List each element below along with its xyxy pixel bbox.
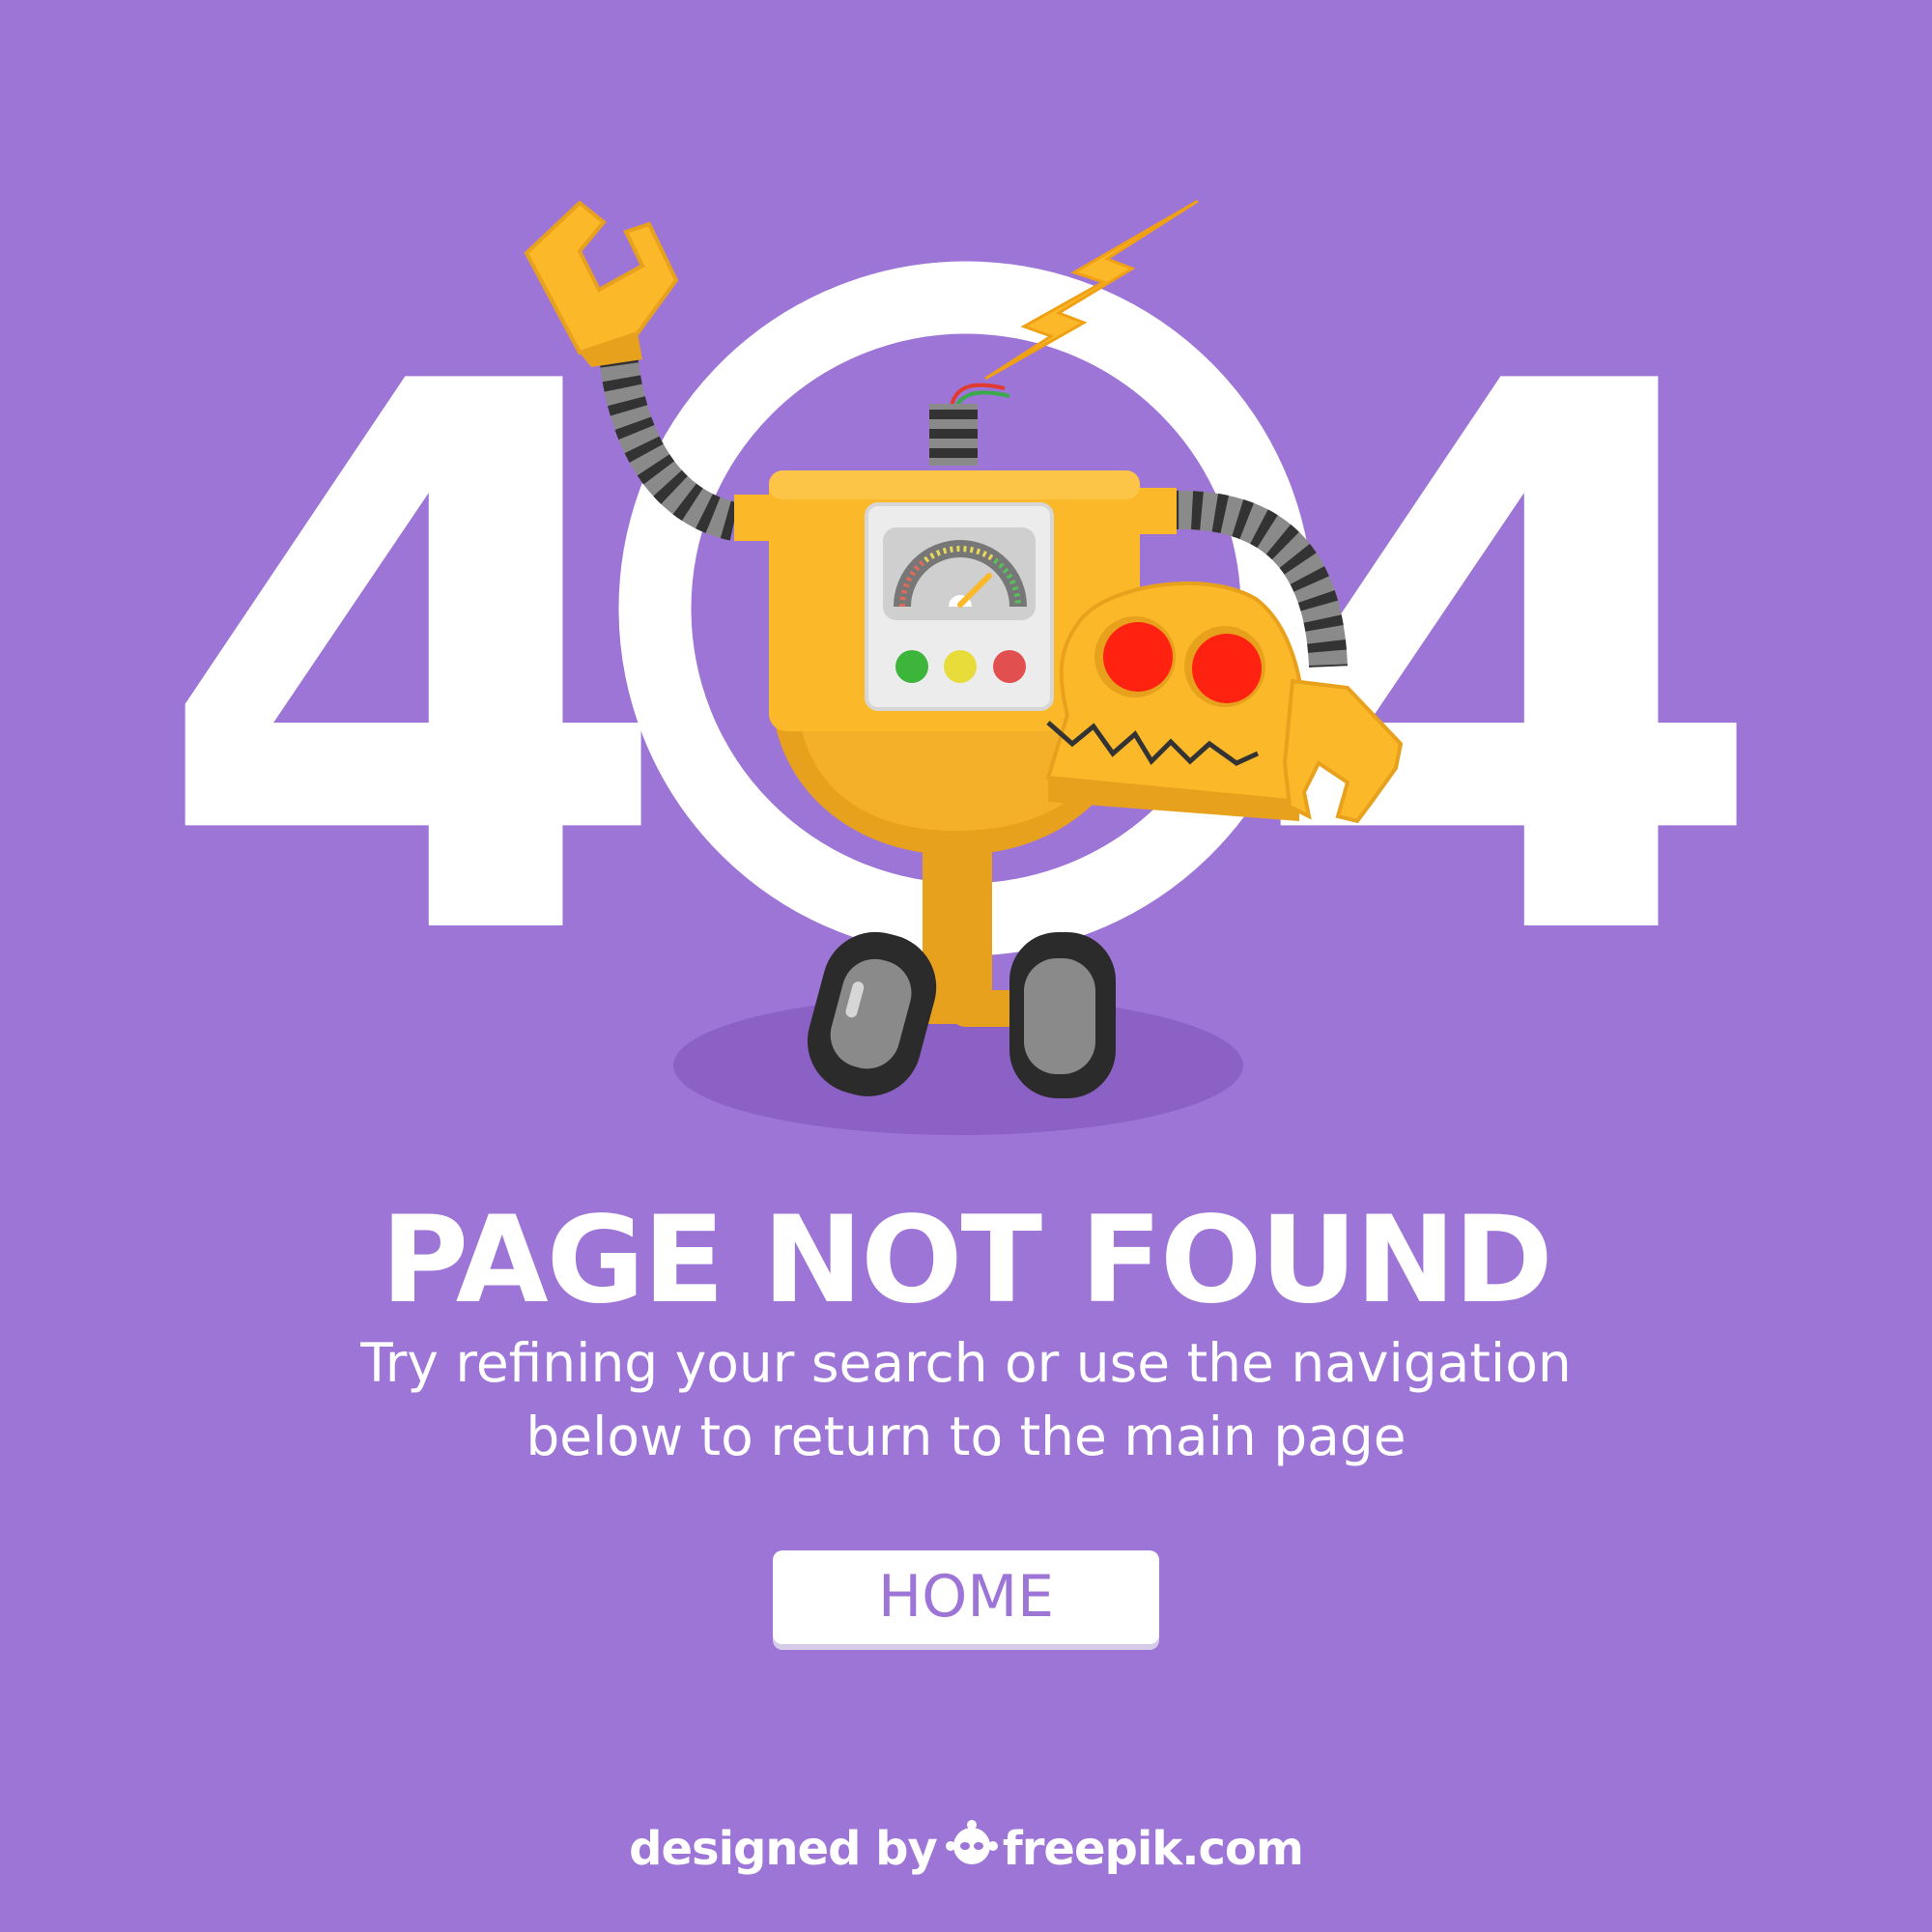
- credit-brand: freepik.com: [1002, 1822, 1304, 1876]
- freepik-logo-icon: [945, 1819, 999, 1879]
- status-light-red: [993, 650, 1026, 683]
- error-description: Try refining your search or use the navi…: [0, 1326, 1932, 1473]
- credit-designed-by: designed by: [629, 1822, 938, 1876]
- gauge-panel: [865, 502, 1054, 711]
- antenna: [929, 404, 978, 466]
- home-button[interactable]: HOME: [773, 1550, 1159, 1644]
- status-light-yellow: [944, 650, 977, 683]
- credit-footer[interactable]: designed by freepik.com: [0, 1819, 1932, 1885]
- robot-head: [1045, 582, 1307, 821]
- status-light-green: [895, 650, 928, 683]
- error-description-line-2: below to return to the main page: [526, 1406, 1406, 1467]
- robot-wheel-right: [1009, 932, 1116, 1098]
- page-title: PAGE NOT FOUND: [381, 1191, 1553, 1330]
- error-description-line-1: Try refining your search or use the navi…: [360, 1332, 1572, 1394]
- antenna-wires: [950, 383, 1010, 408]
